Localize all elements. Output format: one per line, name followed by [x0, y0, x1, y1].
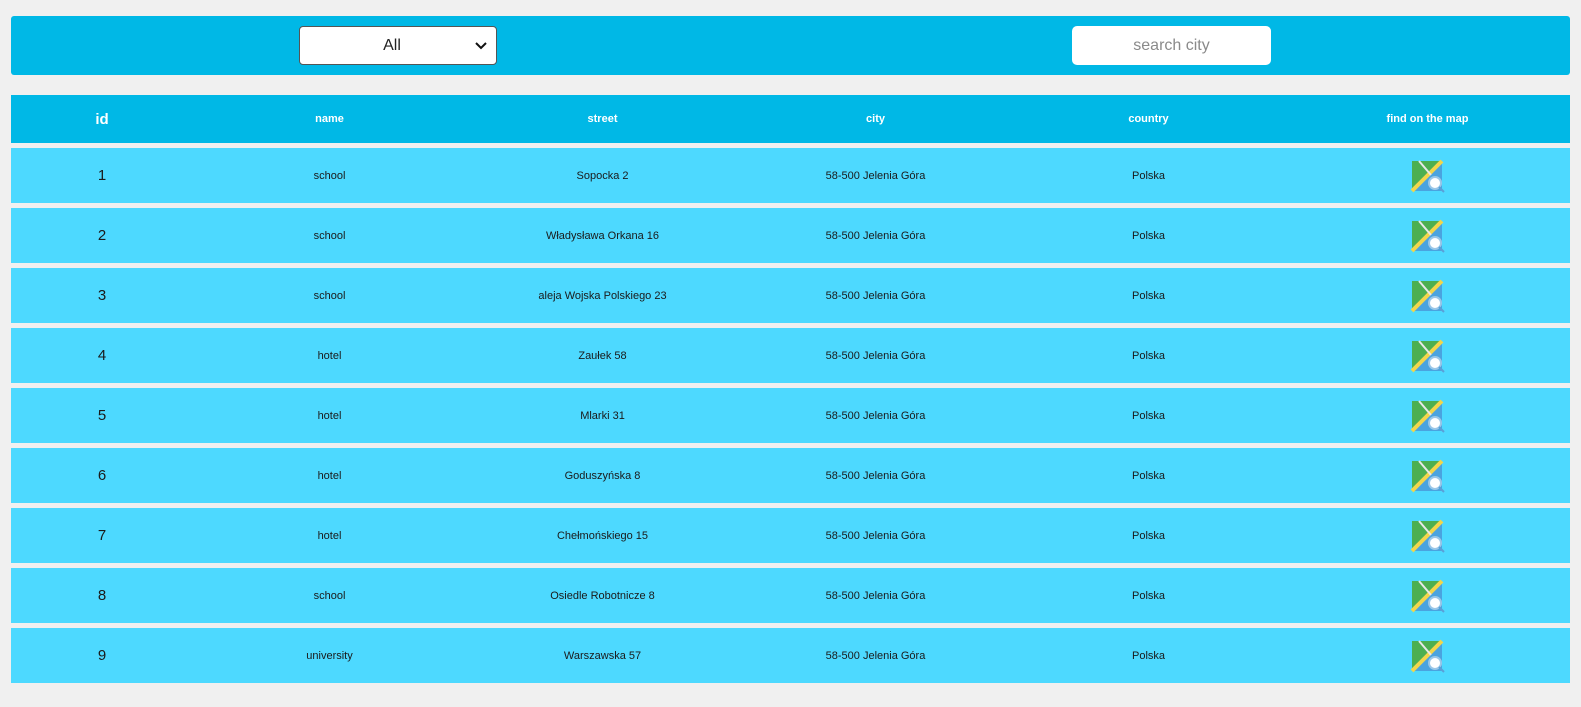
cell-city: 58-500 Jelenia Góra — [825, 289, 926, 302]
cell-country: Polska — [1131, 649, 1166, 662]
cell-id: 7 — [97, 527, 107, 544]
cell-name: school — [313, 229, 346, 242]
cell-id: 4 — [97, 347, 107, 364]
cell-name: school — [313, 289, 346, 302]
cell-country: Polska — [1131, 229, 1166, 242]
cell-id: 8 — [97, 587, 107, 604]
cell-name: hotel — [317, 529, 342, 542]
cell-find-on-map — [1285, 519, 1570, 553]
cell-id: 2 — [97, 227, 107, 244]
cell-country: Polska — [1131, 349, 1166, 362]
cell-find-on-map — [1285, 159, 1570, 193]
cell-id: 3 — [97, 287, 107, 304]
table-row: 5 hotel Mlarki 31 58-500 Jelenia Góra Po… — [11, 388, 1570, 443]
cell-street: aleja Wojska Polskiego 23 — [538, 289, 667, 302]
toolbar: All — [11, 16, 1570, 75]
cell-name: school — [313, 589, 346, 602]
cell-find-on-map — [1285, 279, 1570, 313]
category-filter-select[interactable]: All — [299, 26, 497, 65]
map-search-icon[interactable] — [1410, 219, 1445, 253]
cell-city: 58-500 Jelenia Góra — [825, 349, 926, 362]
cell-country: Polska — [1131, 529, 1166, 542]
cell-id: 1 — [97, 167, 107, 184]
table-row: 7 hotel Chełmońskiego 15 58-500 Jelenia … — [11, 508, 1570, 563]
cell-find-on-map — [1285, 399, 1570, 433]
table-row: 8 school Osiedle Robotnicze 8 58-500 Jel… — [11, 568, 1570, 623]
map-search-icon[interactable] — [1410, 399, 1445, 433]
cell-name: school — [313, 169, 346, 182]
table-header: id name street city country find on the … — [11, 95, 1570, 143]
cell-city: 58-500 Jelenia Góra — [825, 229, 926, 242]
cell-find-on-map — [1285, 579, 1570, 613]
cell-city: 58-500 Jelenia Góra — [825, 589, 926, 602]
table-body: 1 school Sopocka 2 58-500 Jelenia Góra P… — [11, 148, 1570, 683]
cell-find-on-map — [1285, 459, 1570, 493]
cell-country: Polska — [1131, 469, 1166, 482]
table-row: 1 school Sopocka 2 58-500 Jelenia Góra P… — [11, 148, 1570, 203]
cell-name: hotel — [317, 409, 342, 422]
map-search-icon[interactable] — [1410, 279, 1445, 313]
cell-country: Polska — [1131, 409, 1166, 422]
table-row: 9 university Warszawska 57 58-500 Jeleni… — [11, 628, 1570, 683]
cell-id: 5 — [97, 407, 107, 424]
cell-id: 6 — [97, 467, 107, 484]
cell-street: Zaułek 58 — [578, 349, 627, 362]
header-street: street — [587, 113, 618, 125]
cell-street: Chełmońskiego 15 — [556, 529, 649, 542]
cell-country: Polska — [1131, 289, 1166, 302]
map-search-icon[interactable] — [1410, 639, 1445, 673]
cell-name: university — [306, 649, 353, 662]
header-id: id — [95, 110, 109, 128]
category-filter-value: All — [383, 36, 401, 54]
chevron-down-icon — [472, 37, 490, 55]
cell-find-on-map — [1285, 639, 1570, 673]
map-search-icon[interactable] — [1410, 579, 1445, 613]
cell-city: 58-500 Jelenia Góra — [825, 529, 926, 542]
header-name: name — [315, 113, 344, 125]
cell-street: Osiedle Robotnicze 8 — [550, 589, 655, 602]
cell-country: Polska — [1131, 589, 1166, 602]
cell-city: 58-500 Jelenia Góra — [825, 469, 926, 482]
cell-name: hotel — [317, 349, 342, 362]
search-city-input[interactable] — [1072, 26, 1271, 65]
cell-city: 58-500 Jelenia Góra — [825, 409, 926, 422]
cell-find-on-map — [1285, 219, 1570, 253]
map-search-icon[interactable] — [1410, 519, 1445, 553]
map-search-icon[interactable] — [1410, 339, 1445, 373]
map-search-icon[interactable] — [1410, 459, 1445, 493]
header-country: country — [1128, 113, 1169, 125]
cell-find-on-map — [1285, 339, 1570, 373]
cell-id: 9 — [97, 647, 107, 664]
table-row: 4 hotel Zaułek 58 58-500 Jelenia Góra Po… — [11, 328, 1570, 383]
map-search-icon[interactable] — [1410, 159, 1445, 193]
header-city: city — [866, 113, 885, 125]
cell-city: 58-500 Jelenia Góra — [825, 649, 926, 662]
cell-street: Sopocka 2 — [576, 169, 629, 182]
places-table: id name street city country find on the … — [11, 95, 1570, 683]
cell-country: Polska — [1131, 169, 1166, 182]
cell-city: 58-500 Jelenia Góra — [825, 169, 926, 182]
table-row: 6 hotel Goduszyńska 8 58-500 Jelenia Gór… — [11, 448, 1570, 503]
cell-street: Mlarki 31 — [580, 409, 625, 422]
table-row: 2 school Władysława Orkana 16 58-500 Jel… — [11, 208, 1570, 263]
cell-name: hotel — [317, 469, 342, 482]
table-row: 3 school aleja Wojska Polskiego 23 58-50… — [11, 268, 1570, 323]
cell-street: Goduszyńska 8 — [564, 469, 641, 482]
cell-street: Władysława Orkana 16 — [545, 229, 660, 242]
cell-street: Warszawska 57 — [563, 649, 642, 662]
header-find-on-map: find on the map — [1386, 113, 1469, 125]
